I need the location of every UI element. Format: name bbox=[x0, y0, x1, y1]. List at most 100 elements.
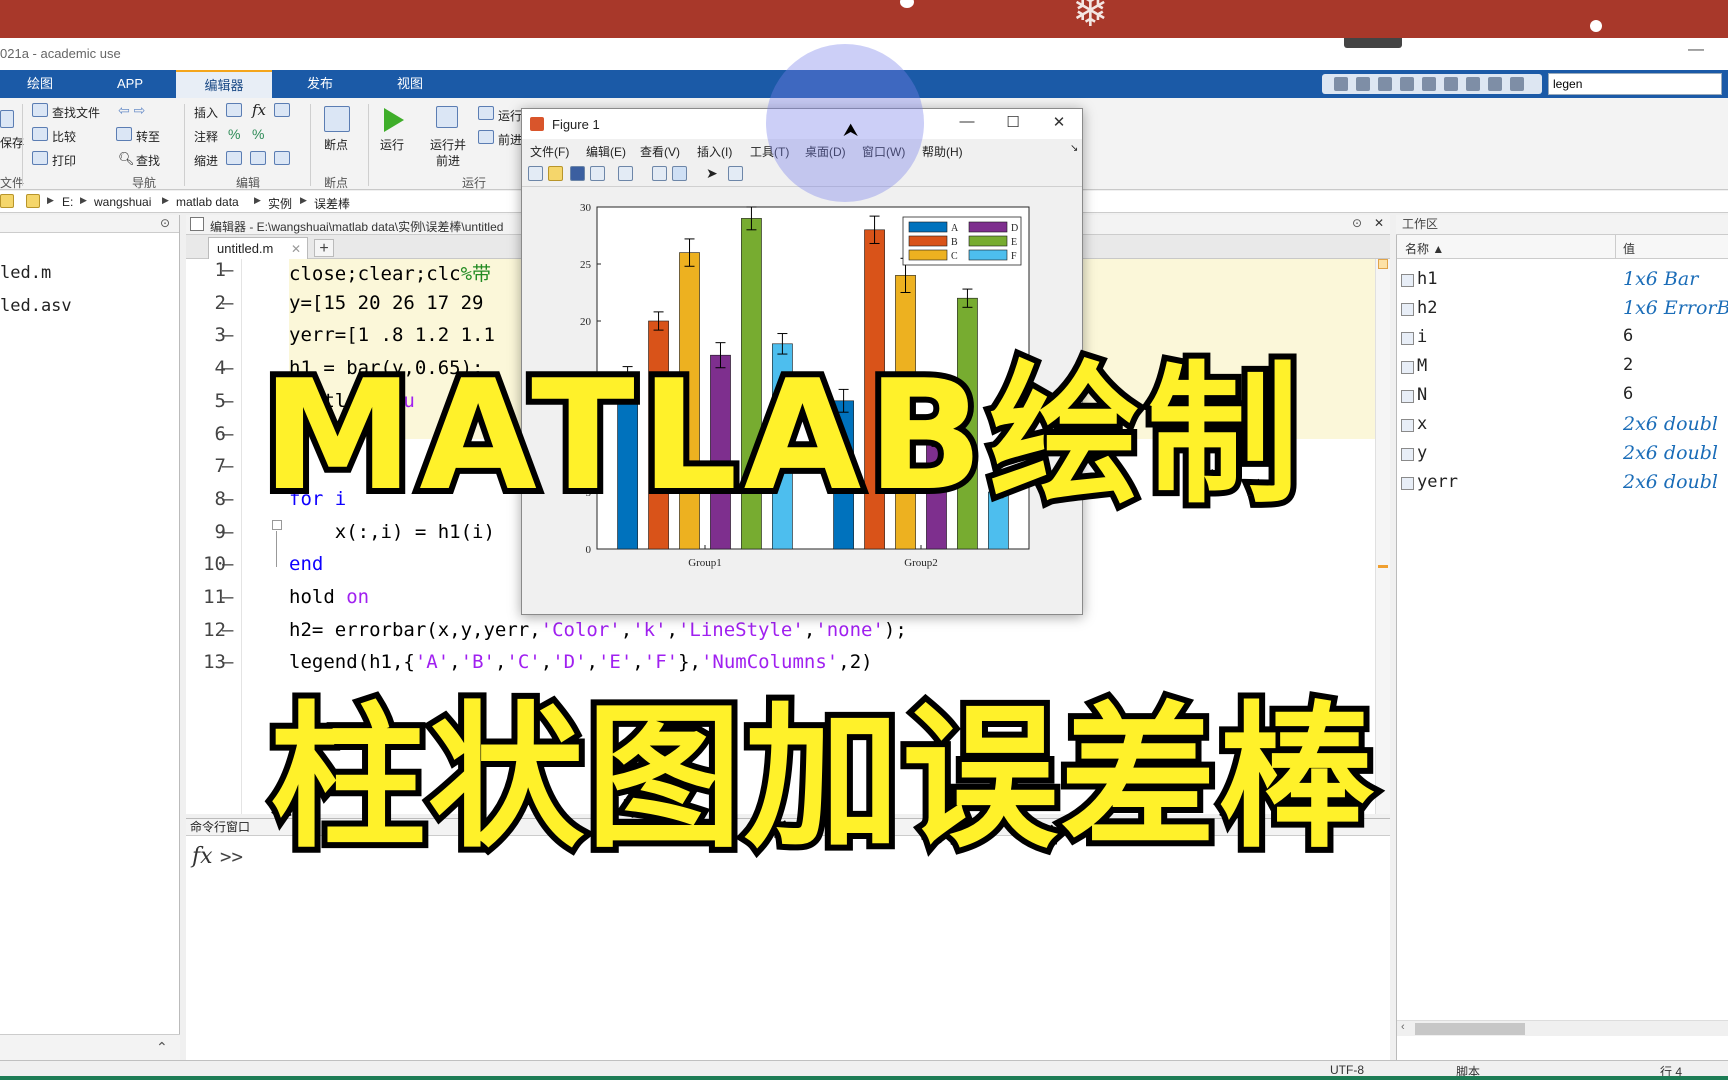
insert-chart-icon[interactable] bbox=[274, 103, 290, 117]
workspace-var-name[interactable]: h2 bbox=[1417, 298, 1437, 318]
chevron-left-icon[interactable]: ‹ bbox=[1401, 1021, 1405, 1033]
new-figure-icon[interactable] bbox=[528, 166, 543, 181]
indent-button[interactable]: 缩进 bbox=[194, 152, 218, 169]
workspace-scrollbar[interactable]: ‹ bbox=[1397, 1020, 1728, 1036]
workspace-var-name[interactable]: x bbox=[1417, 414, 1427, 434]
breakpoint-slot[interactable]: — bbox=[222, 586, 233, 608]
save-icon[interactable] bbox=[1334, 77, 1348, 91]
workspace-var-name[interactable]: yerr bbox=[1417, 472, 1458, 492]
maximize-button[interactable]: ☐ bbox=[998, 113, 1028, 131]
insert-button[interactable]: 插入 bbox=[194, 104, 218, 121]
workspace-var-name[interactable]: N bbox=[1417, 385, 1427, 405]
breadcrumb-folder[interactable]: wangshuai bbox=[94, 195, 151, 209]
undo-icon[interactable] bbox=[1422, 77, 1436, 91]
menu-insert[interactable]: 插入(I) bbox=[697, 143, 732, 160]
legend-icon[interactable] bbox=[672, 166, 687, 181]
decrease-indent-icon[interactable] bbox=[250, 151, 266, 165]
pointer-icon[interactable]: ➤ bbox=[706, 166, 721, 181]
link-plot-icon[interactable] bbox=[618, 166, 633, 181]
menu-file[interactable]: 文件(F) bbox=[530, 143, 569, 160]
tab-editor[interactable]: 编辑器 bbox=[176, 70, 272, 98]
code-line[interactable]: end bbox=[289, 553, 323, 575]
uncomment-icon[interactable]: % bbox=[252, 126, 264, 142]
column-header-name[interactable]: 名称 ▲ bbox=[1405, 240, 1444, 257]
menu-view[interactable]: 查看(V) bbox=[640, 143, 680, 160]
close-icon[interactable]: ✕ bbox=[1374, 216, 1384, 230]
workspace-var-value[interactable]: 1x6 ErrorB bbox=[1623, 297, 1728, 319]
chart-legend[interactable]: ABC DEF bbox=[902, 216, 1022, 266]
breakpoint-slot[interactable]: — bbox=[222, 357, 233, 379]
editor-scrollbar[interactable] bbox=[1375, 259, 1390, 814]
code-line[interactable]: close;clear;clc%带 bbox=[289, 259, 491, 286]
breakpoint-slot[interactable]: — bbox=[222, 259, 233, 281]
compare-button[interactable]: 比较 bbox=[52, 128, 76, 145]
panel-menu-icon[interactable]: ⊙ bbox=[160, 216, 170, 230]
workspace-var-value[interactable]: 1x6 Bar bbox=[1623, 268, 1698, 290]
code-line[interactable]: hold on bbox=[289, 586, 369, 608]
open-file-icon[interactable] bbox=[548, 166, 563, 181]
insert-section-icon[interactable] bbox=[226, 103, 242, 117]
minimize-button[interactable]: — bbox=[1688, 41, 1704, 59]
minimize-button[interactable]: — bbox=[952, 113, 982, 130]
scroll-thumb[interactable] bbox=[1415, 1023, 1525, 1035]
workspace-var-name[interactable]: i bbox=[1417, 327, 1427, 347]
breakpoint-slot[interactable]: — bbox=[222, 619, 233, 641]
command-window[interactable]: fx >> bbox=[186, 836, 1390, 1060]
folder-icon[interactable] bbox=[0, 194, 14, 208]
copy-icon[interactable] bbox=[1378, 77, 1392, 91]
breakpoint-slot[interactable]: — bbox=[222, 651, 233, 673]
back-arrow-icon[interactable]: ⇦ ⇨ bbox=[118, 102, 145, 119]
workspace-var-value[interactable]: 2x6 doubl bbox=[1623, 471, 1718, 493]
search-documentation-input[interactable]: legen bbox=[1548, 73, 1722, 95]
increase-indent-icon[interactable] bbox=[274, 151, 290, 165]
chevron-up-icon[interactable]: ⌃ bbox=[156, 1039, 168, 1056]
print-icon[interactable] bbox=[590, 166, 605, 181]
goto-button[interactable]: 转至 bbox=[136, 128, 160, 145]
breakpoint-slot[interactable]: — bbox=[222, 390, 233, 412]
breakpoint-slot[interactable]: — bbox=[222, 553, 233, 575]
switch-windows-icon[interactable] bbox=[1466, 77, 1480, 91]
cut-icon[interactable] bbox=[1356, 77, 1370, 91]
menu-help[interactable]: 帮助(H) bbox=[922, 143, 963, 160]
code-line[interactable]: y=[15 20 26 17 29 bbox=[289, 292, 483, 314]
tab-untitled-m[interactable]: untitled.m ✕ bbox=[208, 237, 308, 259]
find-files-button[interactable]: 查找文件 bbox=[52, 104, 100, 121]
function-browser-icon[interactable]: fx bbox=[192, 844, 213, 869]
workspace-var-value[interactable]: 6 bbox=[1623, 384, 1633, 404]
colorbar-icon[interactable] bbox=[652, 166, 667, 181]
breadcrumb-folder[interactable]: 实例 bbox=[268, 195, 292, 212]
column-header-value[interactable]: 值 bbox=[1623, 240, 1635, 257]
save-button[interactable]: 保存 bbox=[0, 134, 24, 151]
workspace-var-value[interactable]: 2x6 doubl bbox=[1623, 413, 1718, 435]
workspace-var-name[interactable]: h1 bbox=[1417, 269, 1437, 289]
smart-indent-icon[interactable] bbox=[226, 151, 242, 165]
breakpoint-slot[interactable]: — bbox=[222, 455, 233, 477]
options-icon[interactable] bbox=[1510, 77, 1524, 91]
run-button[interactable]: 运行 bbox=[380, 136, 404, 153]
warning-marker[interactable] bbox=[1378, 565, 1388, 568]
close-button[interactable]: ✕ bbox=[1044, 113, 1074, 131]
warning-marker[interactable] bbox=[1378, 259, 1388, 269]
breadcrumb-drive[interactable]: E: bbox=[62, 195, 73, 209]
breadcrumb-folder[interactable]: 误差棒 bbox=[314, 195, 350, 212]
insert-function-icon[interactable]: fx bbox=[252, 101, 266, 119]
code-line[interactable]: h2= errorbar(x,y,yerr,'Color','k','LineS… bbox=[289, 619, 907, 641]
close-icon[interactable]: ✕ bbox=[291, 238, 301, 260]
workspace-var-value[interactable]: 2x6 doubl bbox=[1623, 442, 1718, 464]
workspace-var-name[interactable]: M bbox=[1417, 356, 1427, 376]
menu-edit[interactable]: 编辑(E) bbox=[586, 143, 626, 160]
add-tab-button[interactable]: + bbox=[314, 239, 334, 257]
comment-icon[interactable]: % bbox=[228, 126, 240, 142]
run-advance-button[interactable]: 运行并 bbox=[430, 136, 466, 153]
tab-publish[interactable]: 发布 bbox=[280, 70, 360, 98]
tab-view[interactable]: 视图 bbox=[370, 70, 450, 98]
panel-menu-icon[interactable]: ⊙ bbox=[1352, 216, 1362, 230]
tab-plots[interactable]: 绘图 bbox=[0, 70, 80, 98]
print-button[interactable]: 打印 bbox=[52, 152, 76, 169]
code-line[interactable]: legend(h1,{'A','B','C','D','E','F'},'Num… bbox=[289, 651, 873, 673]
help-icon[interactable] bbox=[1488, 77, 1502, 91]
workspace-var-name[interactable]: y bbox=[1417, 443, 1427, 463]
find-button[interactable]: 查找 bbox=[136, 152, 160, 169]
paste-icon[interactable] bbox=[1400, 77, 1414, 91]
breakpoint-slot[interactable]: — bbox=[222, 423, 233, 445]
